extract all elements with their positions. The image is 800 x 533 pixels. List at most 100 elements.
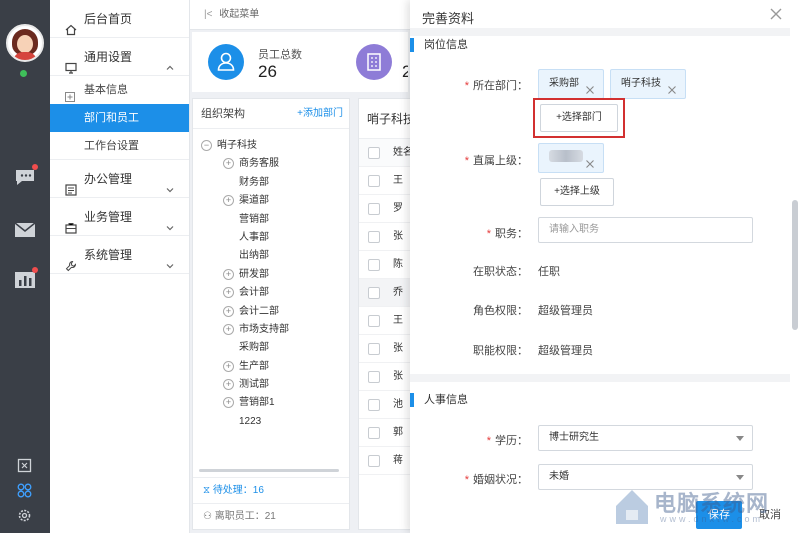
pending-link[interactable]: ⧖ 待处理：16 [193, 477, 349, 503]
pending-label: 待处理：16 [212, 485, 264, 496]
table-row[interactable]: 张 [359, 223, 417, 251]
tree-node[interactable]: + 生产部 [201, 358, 289, 376]
tree-node-label: 营销部 [239, 213, 269, 225]
menu-office[interactable]: 办公管理 [50, 160, 189, 198]
tree-node-label: 采购部 [239, 342, 269, 354]
position-input[interactable]: 请输入职务 [538, 217, 753, 243]
employee-name: 乔 [393, 287, 403, 298]
mail-icon[interactable] [13, 218, 37, 242]
sub-dept-employee-label: 部门和员工 [84, 112, 139, 124]
row-checkbox[interactable] [368, 371, 380, 383]
tree-node-label: 渠道部 [239, 195, 269, 207]
remove-tag-icon[interactable] [585, 153, 595, 168]
expand-node-icon[interactable]: + [223, 379, 234, 391]
expand-node-icon[interactable]: + [223, 287, 234, 299]
remove-tag-icon[interactable] [667, 79, 677, 94]
tree-node[interactable]: + 营销部1 [201, 394, 289, 412]
tree-node[interactable]: 人事部 [201, 229, 289, 247]
office-icon [65, 173, 77, 196]
collapse-node-icon[interactable]: − [201, 140, 212, 151]
screen-icon[interactable] [17, 458, 32, 473]
chart-icon[interactable] [13, 267, 38, 292]
settings-icon[interactable] [17, 508, 32, 523]
add-department-link[interactable]: +添加部门 [297, 99, 343, 129]
table-row[interactable]: 陈 [359, 251, 417, 279]
table-row[interactable]: 池 [359, 391, 417, 419]
menu-office-label: 办公管理 [84, 172, 133, 186]
section-position-title: 岗位信息 [424, 39, 468, 51]
leader-tag[interactable] [538, 143, 604, 173]
expand-node-icon[interactable]: + [223, 158, 234, 170]
table-row[interactable]: 罗 [359, 195, 417, 223]
close-icon[interactable] [768, 6, 784, 22]
row-checkbox[interactable] [368, 455, 380, 467]
left-rail [0, 0, 50, 533]
table-row[interactable]: 乔 [359, 279, 417, 307]
row-checkbox[interactable] [368, 259, 380, 271]
tree-node[interactable]: 营销部 [201, 211, 289, 229]
row-checkbox[interactable] [368, 343, 380, 355]
expand-node-icon[interactable]: + [223, 360, 234, 372]
row-checkbox[interactable] [368, 231, 380, 243]
row-checkbox[interactable] [368, 203, 380, 215]
apps-icon[interactable] [17, 483, 32, 498]
table-row[interactable]: 王 [359, 307, 417, 335]
tree-node[interactable]: 财务部 [201, 174, 289, 192]
collapse-menu-bar[interactable]: |< 收起菜单 [190, 0, 410, 30]
tree-node[interactable]: + 渠道部 [201, 192, 289, 210]
tree-node[interactable]: 1223 [201, 413, 289, 431]
tree-root[interactable]: − 哨子科技 [201, 137, 289, 155]
resigned-label: 离职员工：21 [214, 511, 276, 522]
monitor-icon [65, 51, 77, 74]
row-checkbox[interactable] [368, 427, 380, 439]
tree-node[interactable]: + 测试部 [201, 376, 289, 394]
sub-basic-info[interactable]: 基本信息 [50, 76, 189, 104]
org-horizontal-scrollbar[interactable] [199, 469, 339, 472]
table-row[interactable]: 张 [359, 335, 417, 363]
tree-node[interactable]: + 商务客服 [201, 155, 289, 173]
expand-node-icon[interactable]: + [223, 305, 234, 317]
position-label: * 职务： [486, 228, 528, 240]
row-checkbox[interactable] [368, 287, 380, 299]
expand-node-icon[interactable]: + [223, 323, 234, 335]
choose-department-button[interactable]: +选择部门 [540, 104, 618, 132]
table-row[interactable]: 王 [359, 167, 417, 195]
sub-workbench-settings[interactable]: 工作台设置 [50, 132, 189, 160]
row-checkbox[interactable] [368, 399, 380, 411]
tree-node[interactable]: + 市场支持部 [201, 321, 289, 339]
choose-leader-button[interactable]: +选择上级 [540, 178, 614, 206]
drawer-scrollbar[interactable] [792, 200, 798, 330]
row-checkbox[interactable] [368, 175, 380, 187]
side-menu: 后台首页 通用设置 基本信息 部门和员工 工作台设置 办公管理 业务管理 系统管… [50, 0, 190, 533]
org-structure-panel: 组织架构 +添加部门 − 哨子科技 + 商务客服 财务部 + 渠道部 营销部 人事部… [192, 98, 350, 530]
table-row[interactable]: 蒋 [359, 447, 417, 475]
tree-node[interactable]: + 研发部 [201, 266, 289, 284]
menu-system[interactable]: 系统管理 [50, 236, 189, 274]
education-select[interactable]: 博士研究生 [538, 425, 753, 451]
expand-node-icon[interactable]: + [223, 195, 234, 207]
dept-tag[interactable]: 哨子科技 [610, 69, 686, 99]
tree-node[interactable]: 采购部 [201, 339, 289, 357]
tree-node[interactable]: + 会计二部 [201, 303, 289, 321]
resigned-employees-link[interactable]: ⚇ 离职员工：21 [193, 503, 349, 529]
employee-name: 张 [393, 231, 403, 242]
tree-node[interactable]: + 会计部 [201, 284, 289, 302]
sub-dept-employee[interactable]: 部门和员工 [50, 104, 189, 132]
menu-business[interactable]: 业务管理 [50, 198, 189, 236]
remove-tag-icon[interactable] [585, 79, 595, 94]
chat-icon[interactable] [13, 164, 38, 189]
table-row[interactable]: 张 [359, 363, 417, 391]
expand-node-icon[interactable]: + [223, 397, 234, 409]
employee-name: 王 [393, 315, 403, 326]
menu-general-settings[interactable]: 通用设置 [50, 38, 189, 76]
row-checkbox[interactable] [368, 315, 380, 327]
avatar[interactable] [6, 24, 44, 62]
select-all-checkbox[interactable] [368, 147, 380, 159]
dept-label: * 所在部门： [464, 80, 528, 92]
tree-node-label: 会计部 [239, 287, 269, 299]
table-row[interactable]: 郭 [359, 419, 417, 447]
expand-node-icon[interactable]: + [223, 268, 234, 280]
menu-home[interactable]: 后台首页 [50, 0, 189, 38]
dept-tag[interactable]: 采购部 [538, 69, 604, 99]
tree-node[interactable]: 出纳部 [201, 247, 289, 265]
